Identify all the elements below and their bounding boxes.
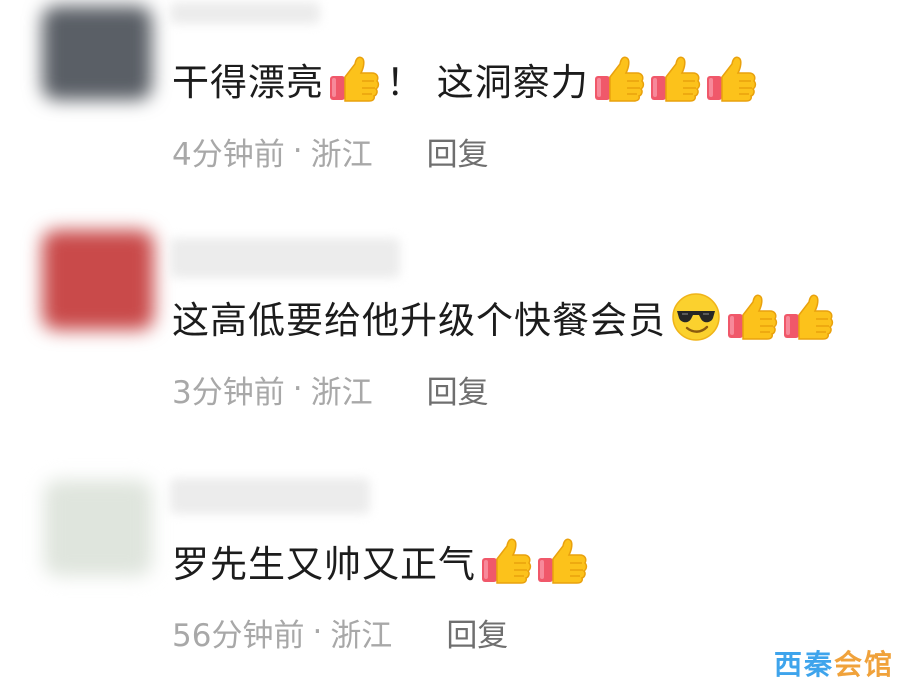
thumbs-up-icon: [536, 535, 588, 587]
watermark: 西秦会馆: [774, 643, 894, 683]
watermark-part: 西秦: [773, 648, 834, 681]
comment-item: 罗先生又帅又正气 56分钟前 · 浙江 回复: [0, 0, 902, 687]
comment-location: 浙江: [330, 617, 393, 654]
comment-meta: 56分钟前 · 浙江 回复: [172, 610, 508, 655]
comment-time: 56分钟前: [172, 617, 305, 654]
watermark-part: 会馆: [833, 648, 894, 681]
comment-text-part: 罗先生又帅又正气: [172, 543, 476, 586]
thumbs-up-icon: [480, 535, 532, 587]
separator: ·: [312, 614, 323, 650]
avatar[interactable]: [44, 480, 152, 576]
username[interactable]: [170, 478, 370, 514]
comment-text: 罗先生又帅又正气: [172, 534, 588, 588]
reply-button[interactable]: 回复: [446, 610, 508, 655]
